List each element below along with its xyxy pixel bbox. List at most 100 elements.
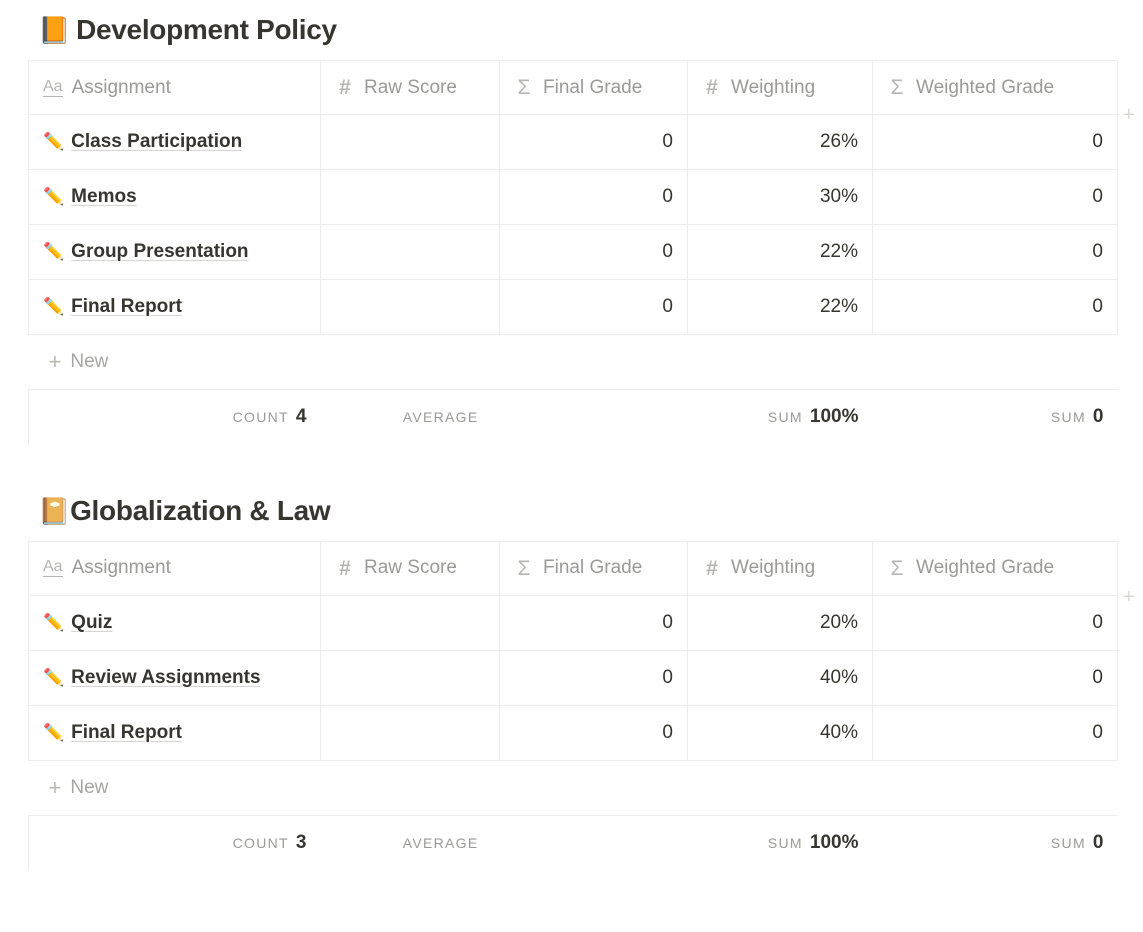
add-column-button-1[interactable]: +	[1117, 88, 1143, 142]
row-title-link[interactable]: Group Presentation	[71, 241, 248, 262]
cell-assignment[interactable]: ✏️ Review Assignments	[28, 650, 321, 706]
cell-weighted-grade[interactable]: 0	[872, 705, 1118, 761]
agg-label: SUM	[767, 409, 803, 426]
database-title-development-policy[interactable]: 📙 Development Policy	[0, 0, 1143, 60]
agg-value: 100%	[809, 406, 859, 428]
column-header-weighting[interactable]: # Weighting	[687, 540, 873, 596]
database-table-wrapper-2: Aa Assignment # Raw Score Σ Final Grade …	[0, 540, 1143, 870]
cell-weighting[interactable]: 22%	[687, 224, 873, 280]
pencil-icon: ✏️	[43, 612, 65, 632]
cell-final-grade[interactable]: 0	[499, 595, 688, 651]
footer-assignment-count[interactable]: COUNT 3	[28, 815, 321, 870]
cell-raw-score[interactable]	[320, 224, 500, 280]
table-row[interactable]: ✏️ Final Report 0 40% 0	[28, 705, 1118, 761]
cell-weighting[interactable]: 20%	[687, 595, 873, 651]
formula-sigma-icon: Σ	[517, 76, 531, 99]
cell-weighted-grade[interactable]: 0	[872, 224, 1118, 280]
row-title-link[interactable]: Quiz	[71, 612, 112, 633]
footer-weighted-grade-sum[interactable]: SUM 0	[873, 390, 1118, 445]
database-title-text: Development Policy	[76, 14, 337, 45]
cell-weighting[interactable]: 40%	[687, 705, 873, 761]
agg-value: 100%	[809, 831, 859, 853]
database-title-globalization-law[interactable]: 📔 Globalization & Law	[0, 481, 1143, 541]
cell-weighting[interactable]: 22%	[687, 279, 873, 335]
footer-final-grade-agg[interactable]	[500, 390, 688, 445]
column-header-final-grade[interactable]: Σ Final Grade	[499, 60, 688, 115]
add-column-button-2[interactable]: +	[1117, 570, 1143, 624]
cell-assignment[interactable]: ✏️ Class Participation	[28, 114, 321, 170]
cell-raw-score[interactable]	[320, 705, 500, 761]
pencil-icon: ✏️	[43, 297, 65, 317]
notebook-icon: 📔	[38, 495, 71, 526]
new-row[interactable]: + New	[28, 760, 1118, 816]
database-section-globalization-law: 📔 Globalization & Law Aa Assignment # Ra…	[0, 481, 1143, 870]
table-header-row: Aa Assignment # Raw Score Σ Final Grade …	[28, 540, 1118, 596]
cell-raw-score[interactable]	[320, 169, 500, 225]
new-row-cell[interactable]: + New	[28, 760, 1118, 816]
cell-weighting[interactable]: 40%	[687, 650, 873, 706]
cell-raw-score[interactable]	[320, 650, 500, 706]
row-title-link[interactable]: Final Report	[71, 722, 182, 743]
new-row-label: New	[70, 351, 109, 372]
table-row[interactable]: ✏️ Quiz 0 20% 0	[28, 595, 1118, 651]
cell-final-grade[interactable]: 0	[499, 169, 688, 225]
agg-value: 0	[1092, 831, 1104, 853]
plus-icon: +	[48, 349, 62, 374]
row-title-link[interactable]: Final Report	[71, 296, 182, 317]
agg-label: COUNT	[232, 834, 289, 851]
column-header-label: Weighting	[731, 76, 816, 98]
table-row[interactable]: ✏️ Final Report 0 22% 0	[28, 279, 1118, 335]
table-footer-row: COUNT 3 AVERAGE SUM 100% SUM 0	[28, 815, 1118, 870]
footer-raw-score-average[interactable]: AVERAGE	[321, 390, 500, 445]
column-header-assignment[interactable]: Aa Assignment	[28, 540, 321, 596]
column-header-raw-score[interactable]: # Raw Score	[320, 540, 500, 596]
row-title-link[interactable]: Memos	[71, 186, 136, 207]
number-hash-icon: #	[339, 76, 351, 99]
cell-weighted-grade[interactable]: 0	[872, 114, 1118, 170]
cell-final-grade[interactable]: 0	[499, 705, 688, 761]
column-header-weighted-grade[interactable]: Σ Weighted Grade	[872, 540, 1118, 596]
table-row[interactable]: ✏️ Group Presentation 0 22% 0	[28, 224, 1118, 280]
cell-weighted-grade[interactable]: 0	[872, 595, 1118, 651]
column-header-weighting[interactable]: # Weighting	[687, 60, 873, 115]
table-row[interactable]: ✏️ Review Assignments 0 40% 0	[28, 650, 1118, 706]
footer-final-grade-agg[interactable]	[500, 815, 688, 870]
cell-weighted-grade[interactable]: 0	[872, 650, 1118, 706]
footer-weighting-sum[interactable]: SUM 100%	[688, 815, 873, 870]
cell-weighted-grade[interactable]: 0	[872, 279, 1118, 335]
cell-weighting[interactable]: 30%	[687, 169, 873, 225]
new-row-cell[interactable]: + New	[28, 334, 1118, 390]
formula-sigma-icon: Σ	[890, 556, 904, 580]
column-header-assignment[interactable]: Aa Assignment	[28, 60, 321, 115]
cell-weighted-grade[interactable]: 0	[872, 169, 1118, 225]
cell-raw-score[interactable]	[320, 114, 500, 170]
column-header-final-grade[interactable]: Σ Final Grade	[499, 540, 688, 596]
cell-assignment[interactable]: ✏️ Final Report	[28, 279, 321, 335]
row-title-link[interactable]: Review Assignments	[71, 667, 260, 688]
table-row[interactable]: ✏️ Memos 0 30% 0	[28, 169, 1118, 225]
number-hash-icon: #	[339, 556, 351, 580]
column-header-raw-score[interactable]: # Raw Score	[320, 60, 500, 115]
new-row[interactable]: + New	[28, 334, 1118, 390]
table-row[interactable]: ✏️ Class Participation 0 26% 0	[28, 114, 1118, 170]
column-header-label: Final Grade	[543, 557, 643, 578]
cell-assignment[interactable]: ✏️ Quiz	[28, 595, 321, 651]
footer-assignment-count[interactable]: COUNT 4	[28, 389, 321, 445]
cell-final-grade[interactable]: 0	[499, 279, 688, 335]
row-title-link[interactable]: Class Participation	[71, 131, 242, 152]
cell-assignment[interactable]: ✏️ Final Report	[28, 705, 321, 761]
cell-raw-score[interactable]	[320, 595, 500, 651]
notion-page: 📙 Development Policy Aa Assignment # Raw…	[0, 0, 1143, 870]
column-header-weighted-grade[interactable]: Σ Weighted Grade	[872, 60, 1118, 115]
footer-weighting-sum[interactable]: SUM 100%	[688, 390, 873, 445]
cell-final-grade[interactable]: 0	[499, 650, 688, 706]
cell-final-grade[interactable]: 0	[499, 114, 688, 170]
cell-assignment[interactable]: ✏️ Group Presentation	[28, 224, 321, 280]
cell-assignment[interactable]: ✏️ Memos	[28, 169, 321, 225]
cell-raw-score[interactable]	[320, 279, 500, 335]
footer-weighted-grade-sum[interactable]: SUM 0	[873, 815, 1118, 870]
footer-raw-score-average[interactable]: AVERAGE	[321, 815, 500, 870]
cell-final-grade[interactable]: 0	[499, 224, 688, 280]
cell-weighting[interactable]: 26%	[687, 114, 873, 170]
